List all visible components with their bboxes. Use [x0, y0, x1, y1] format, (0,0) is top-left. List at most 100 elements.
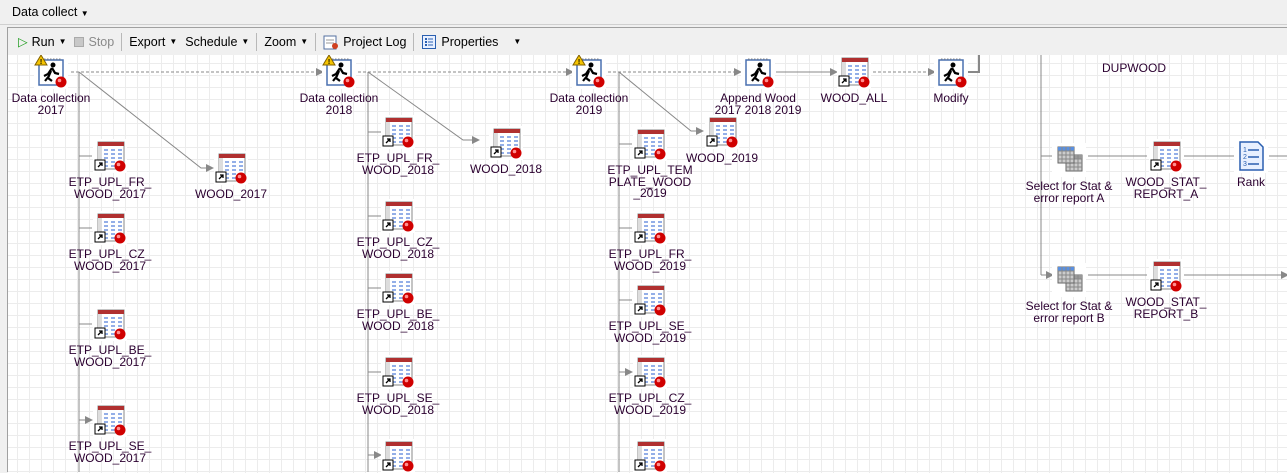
node-label: ETP_UPL_SE_ WOOD_2018 [356, 391, 440, 417]
svg-text:2: 2 [1243, 154, 1247, 161]
project-log-icon [323, 35, 339, 49]
program-task-icon [741, 55, 775, 89]
run-label: Run [31, 34, 55, 49]
process-flow-title-bar: Data collect ▼ [0, 0, 1287, 25]
node-label: ETP_UPL_SE_ WOOD_2017 [68, 439, 152, 465]
node-label: ETP_UPL_SE_ WOOD_2019 [608, 319, 692, 345]
chevron-down-icon: ▼ [80, 9, 89, 18]
schedule-label: Schedule [185, 34, 238, 49]
svg-text:!: ! [328, 59, 330, 66]
table-partial[interactable] [338, 439, 458, 473]
table-etp-upl-se-wood-2018[interactable]: ETP_UPL_SE_ WOOD_2018 [338, 355, 458, 416]
project-log-button[interactable]: Project Log [319, 34, 410, 50]
schedule-button[interactable]: Schedule ▼ [181, 35, 253, 49]
rank-icon: 123 [1234, 139, 1268, 173]
stop-button[interactable]: Stop [70, 35, 118, 49]
chevron-down-icon: ▼ [169, 37, 178, 46]
table-etp-upl-cz-wood-2019[interactable]: ETP_UPL_CZ_ WOOD_2019 [590, 355, 710, 416]
table-wood-stat-report-b[interactable]: WOOD_STAT_ REPORT_B [1106, 259, 1226, 320]
process-flow-dropdown[interactable]: Data collect ▼ [12, 5, 89, 19]
table-icon [93, 211, 127, 245]
export-button[interactable]: Export ▼ [125, 35, 181, 49]
chevron-down-icon: ▼ [513, 37, 522, 46]
process-flow-canvas[interactable]: ! Data collection 2017 ! Data collection 2… [8, 55, 1287, 473]
node-label: Data collection 2018 [299, 91, 379, 117]
table-etp-upl-fr-wood-2019[interactable]: ETP_UPL_FR_ WOOD_2019 [590, 211, 710, 272]
table-icon [381, 199, 415, 233]
dupwood-label: DUPWOOD [1102, 61, 1166, 75]
chevron-down-icon: ▼ [241, 37, 250, 46]
node-label: ETP_UPL_CZ_ WOOD_2019 [608, 391, 692, 417]
table-etp-upl-fr-wood-2017[interactable]: ETP_UPL_FR_ WOOD_2017 [50, 139, 170, 200]
program-task-icon: ! [322, 55, 356, 89]
properties-icon [422, 34, 437, 49]
node-label: Rank [1236, 175, 1265, 189]
table-etp-upl-fr-wood-2018[interactable]: ETP_UPL_FR_ WOOD_2018 [338, 115, 458, 176]
table-etp-upl-be-wood-2017[interactable]: ETP_UPL_BE_ WOOD_2017 [50, 307, 170, 368]
table-icon [1149, 259, 1183, 293]
task-modify[interactable]: Modify [891, 55, 1011, 105]
table-icon [93, 403, 127, 437]
table-icon [489, 126, 523, 160]
node-label: Modify [933, 91, 969, 105]
node-label: ETP_UPL_FR_ WOOD_2019 [608, 247, 692, 273]
table-icon [214, 151, 248, 185]
process-flow-panel: ▷ Run ▼ Stop Export ▼ Schedule ▼ Zoom ▼ Proje… [7, 27, 1287, 473]
run-button[interactable]: ▷ Run ▼ [14, 34, 70, 50]
zoom-button[interactable]: Zoom ▼ [260, 35, 312, 49]
table-icon [381, 439, 415, 473]
table-etp-upl-se-wood-2017[interactable]: ETP_UPL_SE_ WOOD_2017 [50, 403, 170, 464]
table-icon [93, 139, 127, 173]
table-icon [1149, 139, 1183, 173]
table-etp-upl-template-wood-2019[interactable]: ETP_UPL_TEM PLATE_WOOD _2019 [590, 127, 710, 200]
task-rank[interactable]: 1 2 3 Rank [1191, 139, 1287, 189]
table-partial[interactable] [590, 439, 710, 473]
program-task-icon: ! [572, 55, 606, 89]
node-label: WOOD_2018 [469, 162, 543, 176]
table-wood-2018[interactable]: WOOD_2018 [446, 126, 566, 176]
divider [315, 32, 317, 51]
table-icon [633, 355, 667, 389]
node-label: ETP_UPL_TEM PLATE_WOOD _2019 [607, 163, 693, 200]
table-icon [93, 307, 127, 341]
node-label: ETP_UPL_BE_ WOOD_2018 [356, 307, 440, 333]
table-icon [633, 127, 667, 161]
task-data-collection-2018[interactable]: ! Data collection 2018 [279, 55, 399, 116]
export-label: Export [129, 34, 166, 49]
divider [121, 32, 123, 51]
table-icon [633, 283, 667, 317]
node-label: ETP_UPL_CZ_ WOOD_2017 [68, 247, 152, 273]
query-builder-icon [1052, 143, 1086, 177]
table-etp-upl-se-wood-2019[interactable]: ETP_UPL_SE_ WOOD_2019 [590, 283, 710, 344]
toolbar: ▷ Run ▼ Stop Export ▼ Schedule ▼ Zoom ▼ Proje… [8, 28, 1287, 55]
task-data-collection-2019[interactable]: ! Data collection 2019 [529, 55, 649, 116]
zoom-label: Zoom [264, 34, 297, 49]
table-wood-2017[interactable]: WOOD_2017 [171, 151, 291, 201]
stop-label: Stop [88, 34, 115, 49]
task-data-collection-2017[interactable]: ! Data collection 2017 [8, 55, 111, 116]
table-icon [381, 115, 415, 149]
play-icon: ▷ [18, 35, 28, 49]
table-etp-upl-be-wood-2018[interactable]: ETP_UPL_BE_ WOOD_2018 [338, 271, 458, 332]
chevron-down-icon[interactable]: ▼ [59, 37, 67, 46]
properties-button[interactable]: Properties ▼ [417, 34, 525, 50]
table-icon [837, 55, 871, 89]
query-builder-icon [1052, 263, 1086, 297]
divider [256, 32, 258, 51]
node-label: ETP_UPL_BE_ WOOD_2017 [68, 343, 152, 369]
stop-icon [74, 36, 85, 47]
node-label: WOOD_STAT_ REPORT_B [1125, 295, 1207, 321]
node-label: WOOD_2017 [194, 187, 268, 201]
table-etp-upl-cz-wood-2017[interactable]: ETP_UPL_CZ_ WOOD_2017 [50, 211, 170, 272]
table-icon [381, 271, 415, 305]
table-icon [633, 439, 667, 473]
node-label: ETP_UPL_CZ_ WOOD_2018 [356, 235, 440, 261]
table-icon [705, 115, 739, 149]
table-icon [633, 211, 667, 245]
svg-text:!: ! [40, 59, 42, 66]
program-task-icon [934, 55, 968, 89]
table-icon [381, 355, 415, 389]
flow-title: Data collect [12, 5, 78, 19]
svg-text:!: ! [578, 59, 580, 66]
table-etp-upl-cz-wood-2018[interactable]: ETP_UPL_CZ_ WOOD_2018 [338, 199, 458, 260]
